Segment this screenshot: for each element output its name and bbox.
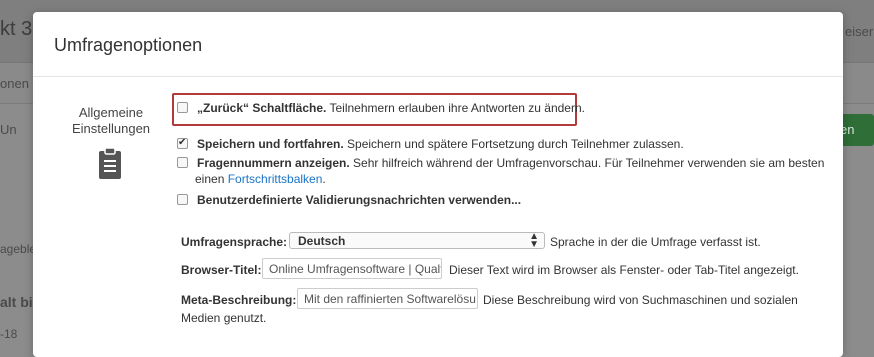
survey-language-value: Deutsch [298, 234, 346, 248]
select-arrows-icon: ▲ ▼ [529, 231, 539, 250]
background-title: kt 3 [0, 18, 33, 40]
dialog-header: Umfragenoptionen [33, 12, 843, 77]
meta-description-help-line1: Diese Beschreibung wird von Suchmaschine… [483, 293, 798, 307]
back-button-checkbox[interactable] [177, 102, 188, 113]
custom-validation-checkbox[interactable] [177, 194, 188, 205]
progress-bar-link[interactable]: Fortschrittsbalken [228, 172, 323, 186]
survey-language-help: Sprache in der die Umfrage verfasst ist. [550, 235, 761, 249]
save-and-continue-option-description: Speichern und spätere Fortsetzung durch … [343, 137, 684, 151]
question-numbers-option-description: Sehr hilfreich während der Umfragenvorsc… [349, 156, 825, 170]
save-and-continue-checkbox[interactable] [177, 135, 188, 151]
option-custom-validation-messages[interactable]: Benutzerdefinierte Validierungsnachricht… [177, 192, 521, 208]
meta-description-input[interactable]: Mit den raffinierten Softwarelösu [297, 288, 478, 309]
option-back-button[interactable]: „Zurück“ Schaltfläche. Teilnehmern erlau… [177, 100, 585, 116]
background-row-text-2: ageble [0, 242, 37, 256]
dialog-title: Umfragenoptionen [54, 35, 203, 55]
clipboard-icon [99, 147, 121, 179]
meta-description-label: Meta-Beschreibung: [181, 293, 297, 307]
question-numbers-option-title: Fragennummern anzeigen. [197, 156, 350, 170]
save-and-continue-option-title: Speichern und fortfahren. [197, 137, 344, 151]
section-label-general-settings: Allgemeine Einstellungen [71, 105, 151, 136]
survey-language-label: Umfragensprache: [181, 235, 288, 249]
question-numbers-checkbox[interactable] [177, 157, 188, 168]
browser-title-input[interactable]: Online Umfragensoftware | Qualt [262, 258, 442, 279]
background-top-right-text: eiser [845, 24, 874, 39]
back-button-option-title: „Zurück“ Schaltfläche. [197, 101, 327, 115]
back-button-option-description: Teilnehmern erlauben ihre Antworten zu ä… [326, 101, 585, 115]
meta-description-help-line2: Medien genutzt. [181, 311, 267, 325]
question-numbers-option-line2: einen Fortschrittsbalken. [195, 172, 326, 186]
browser-title-label: Browser-Titel: [181, 263, 262, 277]
background-row-text-4: -18 [0, 327, 18, 341]
survey-language-select[interactable]: Deutsch ▲ ▼ [289, 231, 545, 250]
survey-options-dialog: Umfragenoptionen Allgemeine Einstellunge… [33, 12, 843, 357]
browser-title-help: Dieser Text wird im Browser als Fenster-… [449, 263, 799, 277]
option-question-numbers[interactable]: Fragennummern anzeigen. Sehr hilfreich w… [177, 155, 824, 171]
custom-validation-option-title: Benutzerdefinierte Validierungsnachricht… [197, 193, 522, 207]
background-undo-text: Un [0, 122, 17, 137]
background-row-text: onen [0, 76, 29, 91]
option-save-and-continue[interactable]: Speichern und fortfahren. Speichern und … [177, 135, 684, 152]
